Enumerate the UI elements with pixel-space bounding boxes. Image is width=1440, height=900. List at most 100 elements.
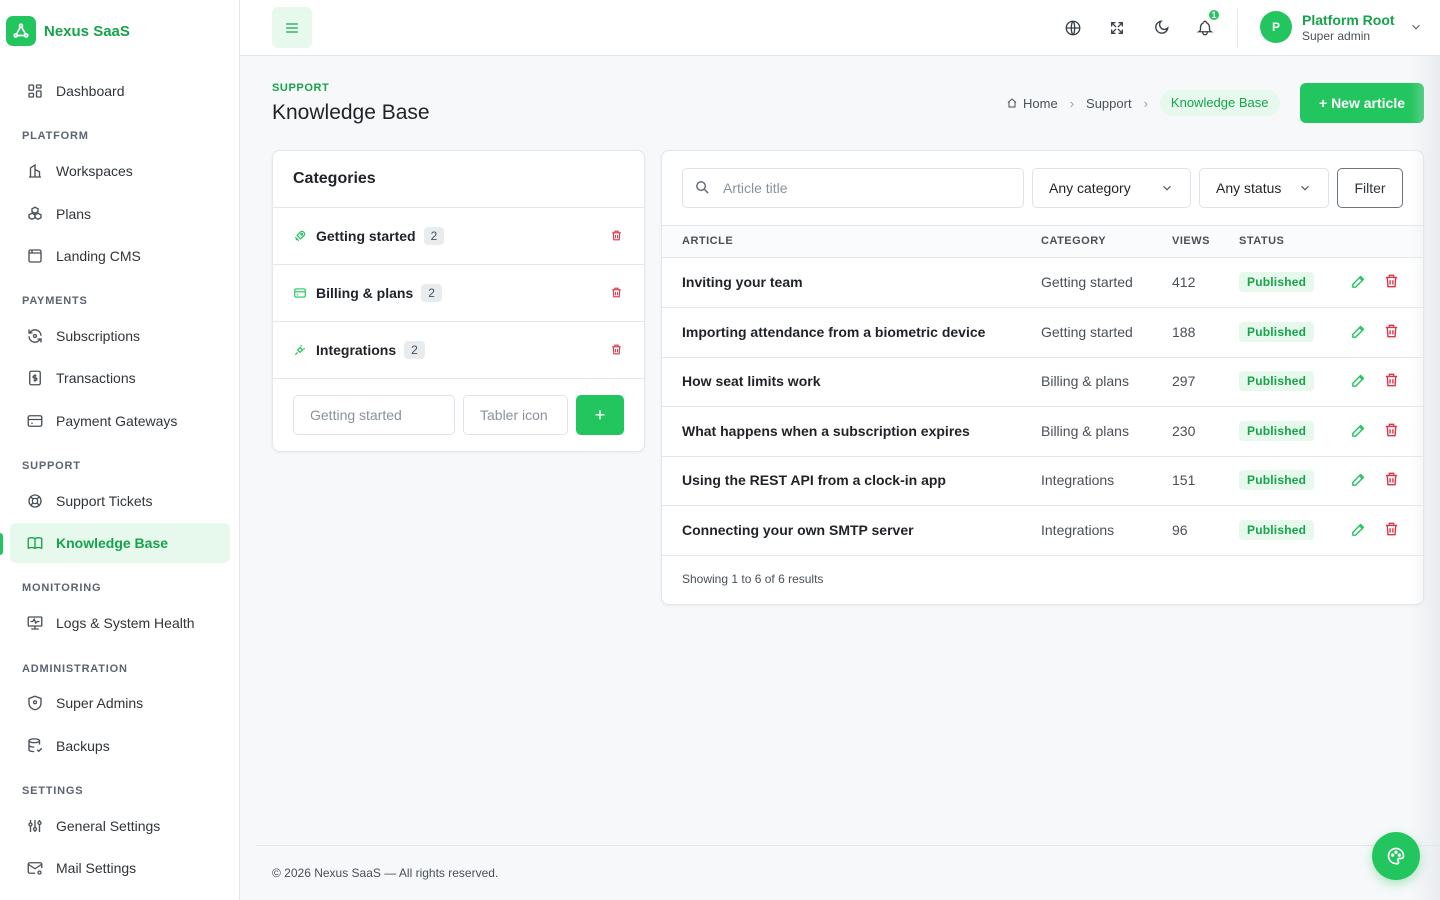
- category-select-value: Any category: [1049, 180, 1131, 196]
- page-title: Knowledge Base: [272, 101, 430, 124]
- sidebar-item-general-settings[interactable]: General Settings: [10, 806, 230, 846]
- home-icon: [1006, 97, 1018, 109]
- trash-icon[interactable]: [1383, 371, 1400, 389]
- sidebar-item-backups[interactable]: Backups: [10, 726, 230, 766]
- trash-icon[interactable]: [1383, 470, 1400, 488]
- table-row[interactable]: How seat limits work Billing & plans 297…: [662, 357, 1423, 407]
- sidebar-item-support-tickets[interactable]: Support Tickets: [10, 481, 230, 521]
- category-select[interactable]: Any category: [1032, 168, 1191, 208]
- language-button[interactable]: [1055, 10, 1091, 46]
- sidebar-item-label: Mail Settings: [56, 860, 137, 876]
- search-input[interactable]: [682, 168, 1024, 208]
- sidebar-item-subscriptions[interactable]: Subscriptions: [10, 316, 230, 356]
- trash-icon[interactable]: [1383, 421, 1400, 439]
- column-header-article[interactable]: ARTICLE: [682, 235, 733, 247]
- menu-toggle-button[interactable]: [272, 7, 312, 48]
- article-title[interactable]: Connecting your own SMTP server: [682, 522, 914, 538]
- pencil-icon[interactable]: [1350, 521, 1367, 538]
- new-article-button[interactable]: + New article: [1300, 83, 1424, 123]
- article-title[interactable]: Importing attendance from a biometric de…: [682, 324, 985, 340]
- nav-section-administration: ADMINISTRATION: [22, 663, 128, 675]
- menu-icon: [284, 20, 300, 36]
- trash-icon[interactable]: [610, 286, 623, 299]
- category-count: 2: [421, 284, 442, 302]
- fullscreen-icon: [1109, 20, 1125, 36]
- notifications-button[interactable]: 1: [1187, 8, 1223, 46]
- article-title[interactable]: How seat limits work: [682, 373, 820, 389]
- sidebar-item-label: Landing CMS: [56, 248, 141, 264]
- category-count: 2: [404, 341, 425, 359]
- chevron-down-icon: [1160, 181, 1174, 195]
- sidebar-item-mail-settings[interactable]: Mail Settings: [10, 848, 230, 888]
- table-row[interactable]: Connecting your own SMTP server Integrat…: [662, 506, 1423, 556]
- article-category: Billing & plans: [1041, 373, 1129, 389]
- sidebar-item-knowledge-base[interactable]: Knowledge Base: [10, 523, 230, 563]
- trash-icon[interactable]: [1383, 520, 1400, 538]
- receipt-icon: [26, 369, 44, 387]
- sidebar-item-transactions[interactable]: Transactions: [10, 358, 230, 398]
- brand[interactable]: Nexus SaaS: [0, 0, 239, 62]
- status-badge: Published: [1239, 421, 1315, 441]
- category-icon-input[interactable]: [463, 395, 568, 435]
- category-row[interactable]: Billing & plans 2: [273, 265, 644, 322]
- category-name: Billing & plans: [316, 285, 414, 301]
- articles-card: Any category Any status Filter ARTICLE C…: [661, 150, 1424, 605]
- nav-section-platform: PLATFORM: [22, 130, 89, 142]
- pencil-icon[interactable]: [1350, 323, 1367, 340]
- sidebar-item-plans[interactable]: Plans: [10, 194, 230, 234]
- table-row[interactable]: Importing attendance from a biometric de…: [662, 308, 1423, 358]
- pencil-icon[interactable]: [1350, 372, 1367, 389]
- sidebar: Nexus SaaS Dashboard PLATFORM Workspaces…: [0, 0, 240, 900]
- breadcrumb-home[interactable]: Home: [1006, 96, 1058, 111]
- article-title[interactable]: What happens when a subscription expires: [682, 423, 970, 439]
- fullscreen-button[interactable]: [1099, 10, 1135, 46]
- search-icon: [694, 179, 711, 196]
- trash-icon[interactable]: [610, 343, 623, 356]
- pencil-icon[interactable]: [1350, 422, 1367, 439]
- trash-icon[interactable]: [610, 229, 623, 242]
- sidebar-item-payment-gateways[interactable]: Payment Gateways: [10, 401, 230, 441]
- theme-toggle-button[interactable]: [1143, 10, 1179, 46]
- theme-customizer-button[interactable]: [1372, 832, 1420, 880]
- table-row[interactable]: What happens when a subscription expires…: [662, 407, 1423, 457]
- article-category: Billing & plans: [1041, 423, 1129, 439]
- user-menu[interactable]: P Platform Root Super admin: [1260, 11, 1423, 43]
- adjustments-icon: [26, 817, 44, 835]
- article-title[interactable]: Inviting your team: [682, 274, 803, 290]
- category-name-input[interactable]: [293, 395, 455, 435]
- table-row[interactable]: Using the REST API from a clock-in app I…: [662, 456, 1423, 506]
- breadcrumb-support[interactable]: Support: [1086, 96, 1132, 111]
- sidebar-item-label: Transactions: [56, 370, 136, 386]
- sidebar-item-workspaces[interactable]: Workspaces: [10, 151, 230, 191]
- pencil-icon[interactable]: [1350, 273, 1367, 290]
- sidebar-item-super-admins[interactable]: Super Admins: [10, 683, 230, 723]
- sidebar-item-label: Subscriptions: [56, 328, 141, 344]
- article-views: 151: [1172, 472, 1196, 488]
- monitor-heartbeat-icon: [26, 614, 44, 632]
- column-header-views[interactable]: VIEWS: [1172, 235, 1210, 247]
- status-select[interactable]: Any status: [1199, 168, 1329, 208]
- sidebar-item-dashboard[interactable]: Dashboard: [10, 71, 230, 111]
- article-title[interactable]: Using the REST API from a clock-in app: [682, 472, 946, 488]
- category-row[interactable]: Getting started 2: [273, 208, 644, 265]
- trash-icon[interactable]: [1383, 322, 1400, 340]
- add-category-button[interactable]: +: [576, 395, 624, 435]
- topbar-divider: [1237, 8, 1238, 48]
- trash-icon[interactable]: [1383, 272, 1400, 290]
- category-row[interactable]: Integrations 2: [273, 322, 644, 379]
- article-views: 230: [1172, 423, 1196, 439]
- column-header-status[interactable]: STATUS: [1239, 235, 1284, 247]
- column-header-category[interactable]: CATEGORY: [1041, 235, 1106, 247]
- status-badge: Published: [1239, 520, 1315, 540]
- lifebuoy-icon: [26, 492, 44, 510]
- page-pretitle: SUPPORT: [272, 82, 330, 94]
- pencil-icon[interactable]: [1350, 471, 1367, 488]
- sidebar-item-landing-cms[interactable]: Landing CMS: [10, 236, 230, 276]
- sidebar-item-logs[interactable]: Logs & System Health: [10, 603, 230, 643]
- footer: © 2026 Nexus SaaS — All rights reserved.: [272, 866, 499, 880]
- dashboard-icon: [26, 82, 44, 100]
- category-name: Getting started: [316, 228, 416, 244]
- filter-button[interactable]: Filter: [1337, 168, 1403, 208]
- refresh-icon: [26, 327, 44, 345]
- table-row[interactable]: Inviting your team Getting started 412 P…: [662, 258, 1423, 308]
